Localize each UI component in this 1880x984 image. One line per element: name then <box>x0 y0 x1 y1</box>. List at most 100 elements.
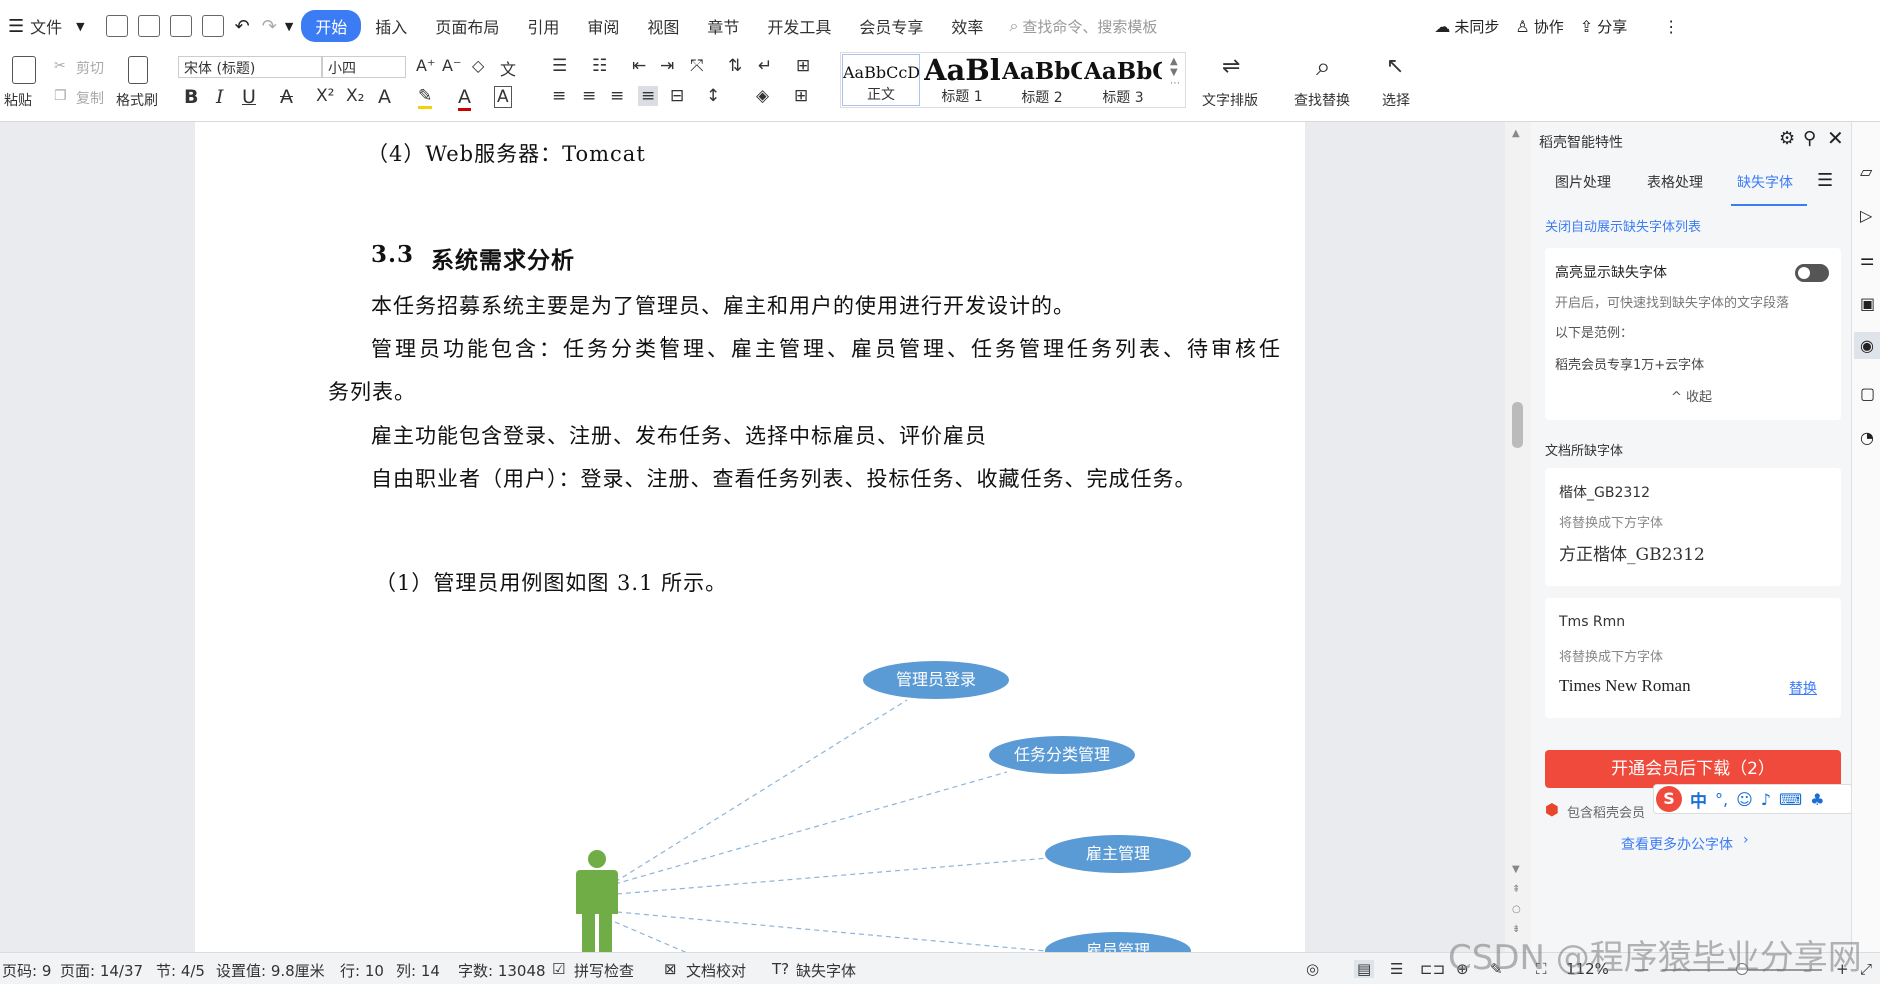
panel-settings-icon[interactable]: ⚙ <box>1779 128 1795 149</box>
line-spacing-icon[interactable]: ↕ <box>706 86 720 106</box>
decrease-indent-icon[interactable]: ⇤ <box>632 56 646 76</box>
auto-list-link[interactable]: 关闭自动展示缺失字体列表 <box>1545 216 1701 235</box>
side-tool-icon-4[interactable]: ▣ <box>1860 294 1875 313</box>
prev-page-icon[interactable]: ⇞ <box>1512 884 1520 895</box>
tab-developer[interactable]: 开发工具 <box>753 14 845 38</box>
tab-view[interactable]: 视图 <box>633 14 693 38</box>
borders-icon[interactable]: ⊞ <box>794 86 808 106</box>
collapse-button[interactable]: ^ 收起 <box>1671 386 1712 405</box>
panel-close-icon[interactable]: ✕ <box>1827 126 1844 150</box>
style-heading-2[interactable]: AaBbC 标题 2 <box>1002 54 1082 106</box>
usecase-employer-manage[interactable]: 雇主管理 <box>1045 835 1191 873</box>
magnifier-icon[interactable]: ⌕ <box>1316 52 1331 83</box>
sort-icon[interactable]: ⇅ <box>728 56 742 76</box>
increase-indent-icon[interactable]: ⇥ <box>660 56 674 76</box>
redo-icon[interactable]: ↷ <box>262 16 277 37</box>
tab-review[interactable]: 审阅 <box>573 14 633 38</box>
style-normal[interactable]: AaBbCcDd 正文 <box>842 54 920 106</box>
highlight-icon[interactable]: ✎ <box>418 86 433 109</box>
underline-icon[interactable]: U <box>242 86 256 108</box>
side-tool-icon-1[interactable]: ▱ <box>1860 162 1872 181</box>
quick-access-more-icon[interactable]: ▼ <box>285 20 293 33</box>
page-view-icon[interactable]: ▤ <box>1354 960 1375 978</box>
align-center-icon[interactable]: ≡ <box>582 86 596 106</box>
justify-icon[interactable]: ≡ <box>638 86 659 106</box>
shrink-font-icon[interactable]: A⁻ <box>442 56 461 75</box>
side-tool-icon-5[interactable]: ◉ <box>1854 332 1880 359</box>
preview-icon[interactable] <box>201 15 224 37</box>
clear-format-icon[interactable]: ◇ <box>472 56 484 75</box>
share-button[interactable]: 分享 <box>1597 16 1627 37</box>
tab-insert[interactable]: 插入 <box>361 14 421 38</box>
browse-object-icon[interactable]: ○ <box>1512 904 1521 915</box>
tab-table-processing[interactable]: 表格处理 <box>1647 172 1703 192</box>
command-search-input[interactable]: 查找命令、搜索模板 <box>1022 16 1422 37</box>
chevron-down-icon[interactable]: ▼ <box>76 20 84 33</box>
text-layout-button[interactable]: 文字排版 <box>1202 90 1258 110</box>
tab-references[interactable]: 引用 <box>513 14 573 38</box>
superscript-icon[interactable]: X² <box>316 86 334 106</box>
download-button[interactable]: 开通会员后下载（2） <box>1545 750 1841 788</box>
ime-toolbar[interactable]: S 中 °, ☺ ♪ ⌨ ♣ <box>1653 784 1853 814</box>
missing-font-button[interactable]: 缺失字体 <box>796 960 856 981</box>
scroll-up-icon[interactable]: ▲ <box>1512 128 1520 139</box>
status-words[interactable]: 字数: 13048 <box>458 960 546 981</box>
ime-chinese-mode[interactable]: 中 <box>1690 787 1707 812</box>
document-scrollbar[interactable]: ▲ ▼ ⇞ ○ ⇟ <box>1505 122 1531 952</box>
grow-font-icon[interactable]: A⁺ <box>416 56 435 75</box>
tab-page-layout[interactable]: 页面布局 <box>421 14 513 38</box>
font-color-icon[interactable]: A <box>458 86 471 111</box>
ime-keyboard-icon[interactable]: ⌨ <box>1779 790 1802 809</box>
char-border-icon[interactable]: A <box>494 86 512 108</box>
usecase-category-manage[interactable]: 任务分类管理 <box>989 736 1135 774</box>
phonetic-icon[interactable]: 文 <box>500 56 516 80</box>
document-page[interactable]: （4）Web服务器：Tomcat 3.3 系统需求分析 本任务招募系统主要是为了… <box>195 122 1305 952</box>
print-icon[interactable] <box>169 15 192 37</box>
text-layout-icon[interactable]: ⇌ <box>1222 54 1240 79</box>
eye-protection-icon[interactable]: ◎ <box>1306 960 1319 978</box>
styles-scroll-icon[interactable]: ▲ ▼ ⋯ <box>1170 56 1180 89</box>
cursor-icon[interactable]: ↖ <box>1386 54 1404 79</box>
italic-icon[interactable]: I <box>216 86 224 108</box>
outline-view-icon[interactable]: ☰ <box>1390 960 1403 978</box>
align-left-icon[interactable]: ≡ <box>552 86 566 106</box>
strikethrough-icon[interactable]: A <box>280 86 293 108</box>
panel-title[interactable]: 稻壳智能特性 <box>1539 132 1623 152</box>
more-fonts-link[interactable]: 查看更多办公字体 <box>1621 834 1733 854</box>
more-options-icon[interactable]: ⋮ <box>1663 17 1679 36</box>
status-pages[interactable]: 页面: 14/37 <box>60 960 143 981</box>
undo-icon[interactable]: ↶ <box>235 16 250 37</box>
highlight-toggle[interactable] <box>1795 264 1829 282</box>
tab-missing-fonts[interactable]: 缺失字体 <box>1737 172 1793 192</box>
save-icon[interactable] <box>105 15 128 37</box>
font-size-select[interactable]: 小四 <box>322 56 406 78</box>
format-painter-button[interactable]: 格式刷 <box>116 90 158 110</box>
ime-voice-icon[interactable]: ♪ <box>1761 790 1771 809</box>
find-replace-button[interactable]: 查找替换 <box>1294 90 1350 110</box>
paragraph-mark-icon[interactable]: ↵ <box>758 56 772 76</box>
numbered-list-icon[interactable]: ☷ <box>592 56 607 76</box>
shading-icon[interactable]: ◈ <box>756 86 769 106</box>
hamburger-menu-icon[interactable]: ☰ <box>8 16 24 37</box>
ime-emoji-icon[interactable]: ☺ <box>1736 790 1753 809</box>
chinese-layout-icon[interactable]: ⤧ <box>690 56 704 76</box>
tab-member[interactable]: 会员专享 <box>845 14 937 38</box>
scroll-down-icon[interactable]: ▼ <box>1512 864 1520 875</box>
panel-menu-icon[interactable]: ☰ <box>1817 170 1833 191</box>
tab-home[interactable]: 开始 <box>301 10 362 42</box>
style-heading-3[interactable]: AaBbC 标题 3 <box>1084 54 1162 106</box>
ime-punct-icon[interactable]: °, <box>1715 790 1728 809</box>
bold-icon[interactable]: B <box>184 86 198 108</box>
scrollbar-thumb[interactable] <box>1512 402 1523 448</box>
proof-button[interactable]: 文档校对 <box>686 960 746 981</box>
fullscreen-icon[interactable]: ⤢ <box>1860 960 1872 978</box>
spellcheck-button[interactable]: 拼写检查 <box>574 960 634 981</box>
tab-chapter[interactable]: 章节 <box>693 14 753 38</box>
table-grid-icon[interactable]: ⊞ <box>796 56 810 76</box>
actor-figure[interactable] <box>574 850 620 952</box>
font-name-select[interactable]: 宋体 (标题) <box>178 56 322 78</box>
panel-pin-icon[interactable]: ⚲ <box>1803 128 1816 149</box>
cut-button[interactable]: 剪切 <box>76 58 104 78</box>
copy-button[interactable]: 复制 <box>76 88 104 108</box>
tab-efficiency[interactable]: 效率 <box>937 14 997 38</box>
